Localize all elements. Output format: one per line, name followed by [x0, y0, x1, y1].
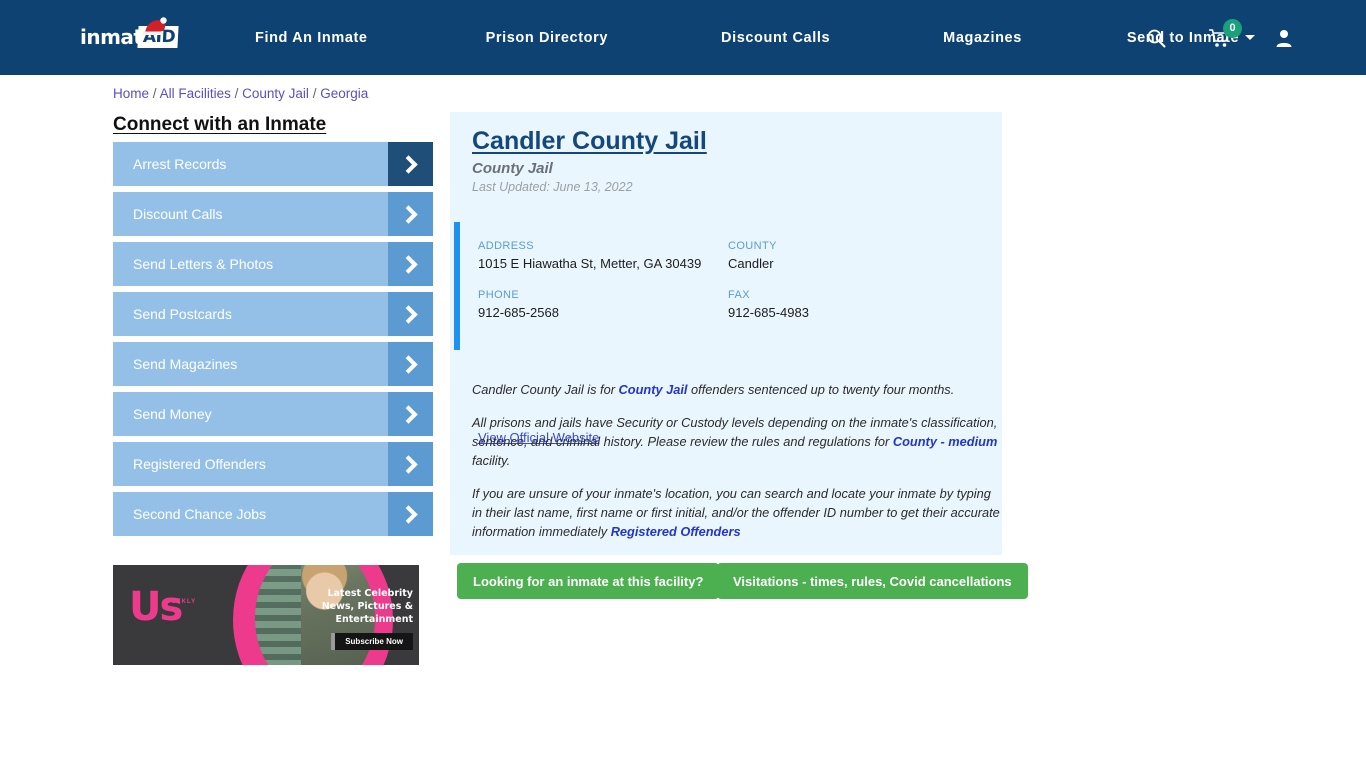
page-title: Connect with an Inmate	[113, 114, 327, 135]
info-value: 1015 E Hiawatha St, Metter, GA 30439	[478, 256, 702, 271]
breadcrumb-separator: /	[152, 86, 157, 101]
nav-find-an-inmate[interactable]: Find An Inmate	[255, 30, 368, 46]
breadcrumb-item-home[interactable]: Home	[113, 86, 149, 101]
info-value: 912-685-2568	[478, 305, 559, 320]
chevron-right-icon	[388, 142, 433, 186]
facility-last-updated: Last Updated: June 13, 2022	[472, 180, 633, 194]
breadcrumb-separator: /	[234, 86, 239, 101]
facility-subtitle: County Jail	[472, 160, 553, 177]
description-paragraph-1: Candler County Jail is for County Jail o…	[472, 380, 1002, 399]
advertisement-banner[interactable]: Us WEEKLY Latest Celebrity News, Picture…	[113, 565, 419, 665]
nav-discount-calls[interactable]: Discount Calls	[721, 30, 830, 46]
chevron-right-icon	[388, 392, 433, 436]
accent-bar	[454, 222, 460, 350]
sidebar-item-label: Send Letters & Photos	[133, 256, 274, 272]
site-logo[interactable]: inmate AID	[80, 17, 186, 54]
sidebar-item-label: Send Postcards	[133, 306, 232, 322]
info-cell-phone: PHONE 912-685-2568	[478, 289, 728, 320]
info-label: FAX	[728, 289, 750, 301]
sidebar-item-label: Send Money	[133, 406, 212, 422]
sidebar-item-arrest-records[interactable]: Arrest Records	[113, 142, 433, 186]
sidebar-item-send-letters-photos[interactable]: Send Letters & Photos	[113, 242, 433, 286]
sidebar-item-label: Arrest Records	[133, 156, 227, 172]
sidebar-item-label: Send Magazines	[133, 356, 238, 372]
info-label: COUNTY	[728, 240, 777, 252]
santa-hat-icon	[143, 17, 167, 35]
sidebar-item-send-money[interactable]: Send Money	[113, 392, 433, 436]
info-value: Candler	[728, 256, 774, 271]
info-value: 912-685-4983	[728, 305, 809, 320]
ad-copy-line-2: News, Pictures &	[321, 601, 413, 612]
sidebar-item-discount-calls[interactable]: Discount Calls	[113, 192, 433, 236]
ad-copy-line-3: Entertainment	[335, 614, 413, 625]
description-paragraph-2: All prisons and jails have Security or C…	[472, 413, 1002, 470]
nav-magazines[interactable]: Magazines	[943, 30, 1022, 46]
chevron-right-icon	[388, 292, 433, 336]
sidebar-item-registered-offenders[interactable]: Registered Offenders	[113, 442, 433, 486]
chevron-right-icon	[388, 492, 433, 536]
facility-description: Candler County Jail is for County Jail o…	[472, 380, 1002, 555]
sidebar-menu: Arrest Records Discount Calls Send Lette…	[113, 142, 433, 542]
cart-icon[interactable]: 0	[1208, 18, 1242, 50]
visitations-button[interactable]: Visitations - times, rules, Covid cancel…	[717, 563, 1028, 599]
breadcrumb-item-county-jail[interactable]: County Jail	[242, 86, 309, 101]
sidebar-item-label: Second Chance Jobs	[133, 506, 267, 522]
ad-brand-sub: WEEKLY	[165, 599, 197, 605]
ad-brand-logo: Us	[129, 584, 183, 630]
facility-info-grid: ADDRESS 1015 E Hiawatha St, Metter, GA 3…	[478, 240, 978, 338]
chevron-right-icon	[388, 242, 433, 286]
sidebar-item-send-postcards[interactable]: Send Postcards	[113, 292, 433, 336]
description-paragraph-3: If you are unsure of your inmate's locat…	[472, 484, 1002, 541]
sidebar-item-label: Discount Calls	[133, 206, 223, 222]
user-icon[interactable]	[1272, 26, 1296, 50]
desc-link-county-jail[interactable]: County Jail	[619, 382, 688, 397]
breadcrumb: Home / All Facilities / County Jail / Ge…	[113, 86, 368, 101]
sidebar-item-label: Registered Offenders	[133, 456, 266, 472]
chevron-right-icon	[388, 192, 433, 236]
ad-copy-block: Latest Celebrity News, Pictures & Entert…	[293, 587, 413, 650]
desc-p1-text-a: Candler County Jail is for	[472, 382, 619, 397]
main-navigation: Find An Inmate Prison Directory Discount…	[255, 0, 1256, 75]
info-row: ADDRESS 1015 E Hiawatha St, Metter, GA 3…	[478, 240, 978, 271]
facility-title: Candler County Jail	[472, 127, 707, 155]
header-icon-group: 0	[1144, 0, 1296, 75]
desc-p1-text-b: offenders sentenced up to twenty four mo…	[687, 382, 955, 397]
info-label: ADDRESS	[478, 240, 534, 252]
sidebar-item-send-magazines[interactable]: Send Magazines	[113, 342, 433, 386]
ad-copy-line-1: Latest Celebrity	[327, 588, 413, 599]
site-header: inmate AID Find An Inmate Prison Directo…	[0, 0, 1366, 75]
breadcrumb-item-georgia[interactable]: Georgia	[320, 86, 368, 101]
chevron-right-icon	[388, 342, 433, 386]
info-label: PHONE	[478, 289, 520, 301]
find-inmate-button[interactable]: Looking for an inmate at this facility?	[457, 563, 720, 599]
info-cell-county: COUNTY Candler	[728, 240, 978, 271]
desc-link-county-medium[interactable]: County - medium	[893, 434, 998, 449]
info-cell-fax: FAX 912-685-4983	[728, 289, 978, 320]
cart-count-badge: 0	[1223, 18, 1242, 38]
ad-subscribe-button[interactable]: Subscribe Now	[331, 633, 413, 650]
info-row: PHONE 912-685-2568 FAX 912-685-4983	[478, 289, 978, 320]
nav-prison-directory[interactable]: Prison Directory	[486, 30, 608, 46]
search-icon[interactable]	[1144, 26, 1168, 50]
chevron-right-icon	[388, 442, 433, 486]
breadcrumb-separator: /	[312, 86, 317, 101]
desc-p2-text-b: facility.	[472, 453, 511, 468]
desc-link-registered-offenders[interactable]: Registered Offenders	[611, 524, 741, 539]
breadcrumb-item-all-facilities[interactable]: All Facilities	[160, 86, 231, 101]
sidebar-item-second-chance-jobs[interactable]: Second Chance Jobs	[113, 492, 433, 536]
info-cell-address: ADDRESS 1015 E Hiawatha St, Metter, GA 3…	[478, 240, 728, 271]
